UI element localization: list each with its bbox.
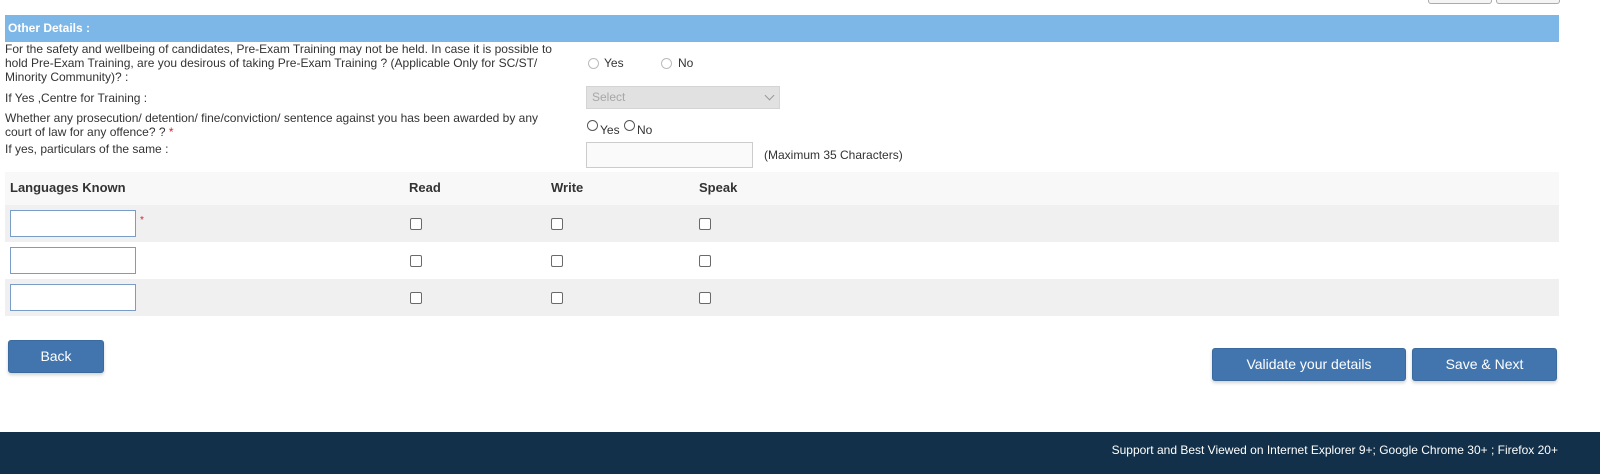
speak-checkbox-3[interactable]: [699, 292, 711, 304]
save-next-button[interactable]: Save & Next: [1412, 348, 1557, 381]
language-required-mark: *: [140, 215, 144, 226]
prosecution-required-mark: *: [168, 125, 174, 139]
prosecution-question-line1: Whether any prosecution/ detention/ fine…: [5, 111, 539, 125]
languages-header-row: [5, 172, 1559, 205]
read-checkbox-3[interactable]: [410, 292, 422, 304]
footer-text: Support and Best Viewed on Internet Expl…: [1111, 443, 1558, 457]
section-title: Other Details :: [8, 21, 91, 35]
write-header: Write: [551, 180, 584, 195]
language-input-1[interactable]: [10, 210, 136, 237]
prosecution-no-radio[interactable]: [624, 120, 635, 131]
pre-exam-no-radio[interactable]: [661, 58, 672, 69]
validate-details-button[interactable]: Validate your details: [1212, 348, 1406, 381]
language-input-2[interactable]: [10, 247, 136, 274]
language-input-3[interactable]: [10, 284, 136, 311]
speak-checkbox-1[interactable]: [699, 218, 711, 230]
top-button-right[interactable]: [1496, 0, 1560, 4]
read-checkbox-1[interactable]: [410, 218, 422, 230]
particulars-label: If yes, particulars of the same :: [5, 142, 169, 156]
pre-exam-yes-radio[interactable]: [588, 58, 599, 69]
write-checkbox-1[interactable]: [551, 218, 563, 230]
table-row: [5, 279, 1559, 316]
read-header: Read: [409, 180, 441, 195]
centre-select-value: Select: [592, 90, 626, 104]
write-checkbox-3[interactable]: [551, 292, 563, 304]
write-checkbox-2[interactable]: [551, 255, 563, 267]
particulars-input[interactable]: [586, 142, 753, 168]
read-checkbox-2[interactable]: [410, 255, 422, 267]
centre-label: If Yes ,Centre for Training :: [5, 91, 148, 105]
prosecution-question-line2: court of law for any offence? ?: [5, 125, 166, 139]
top-button-left[interactable]: [1428, 0, 1492, 4]
pre-exam-question-line2: hold Pre-Exam Training, are you desirous…: [5, 56, 538, 70]
section-header: Other Details :: [5, 15, 1559, 42]
chevron-down-icon: [764, 90, 775, 101]
pre-exam-question-line1: For the safety and wellbeing of candidat…: [5, 42, 552, 56]
back-button[interactable]: Back: [8, 340, 104, 373]
languages-known-header: Languages Known: [10, 180, 126, 195]
speak-checkbox-2[interactable]: [699, 255, 711, 267]
speak-header: Speak: [699, 180, 738, 195]
footer: Support and Best Viewed on Internet Expl…: [0, 432, 1600, 474]
table-row: [5, 205, 1559, 242]
table-row: [5, 242, 1559, 279]
prosecution-yes-label: Yes: [600, 123, 620, 137]
particulars-hint: (Maximum 35 Characters): [764, 148, 903, 162]
prosecution-yes-radio[interactable]: [587, 120, 598, 131]
centre-select[interactable]: Select: [586, 86, 780, 109]
pre-exam-no-label: No: [678, 56, 694, 70]
prosecution-no-label: No: [637, 123, 653, 137]
prosecution-question-line2-wrap: court of law for any offence? ? *: [5, 126, 174, 138]
pre-exam-yes-label: Yes: [604, 56, 624, 70]
pre-exam-question-line3: Minority Community)? :: [5, 70, 129, 84]
